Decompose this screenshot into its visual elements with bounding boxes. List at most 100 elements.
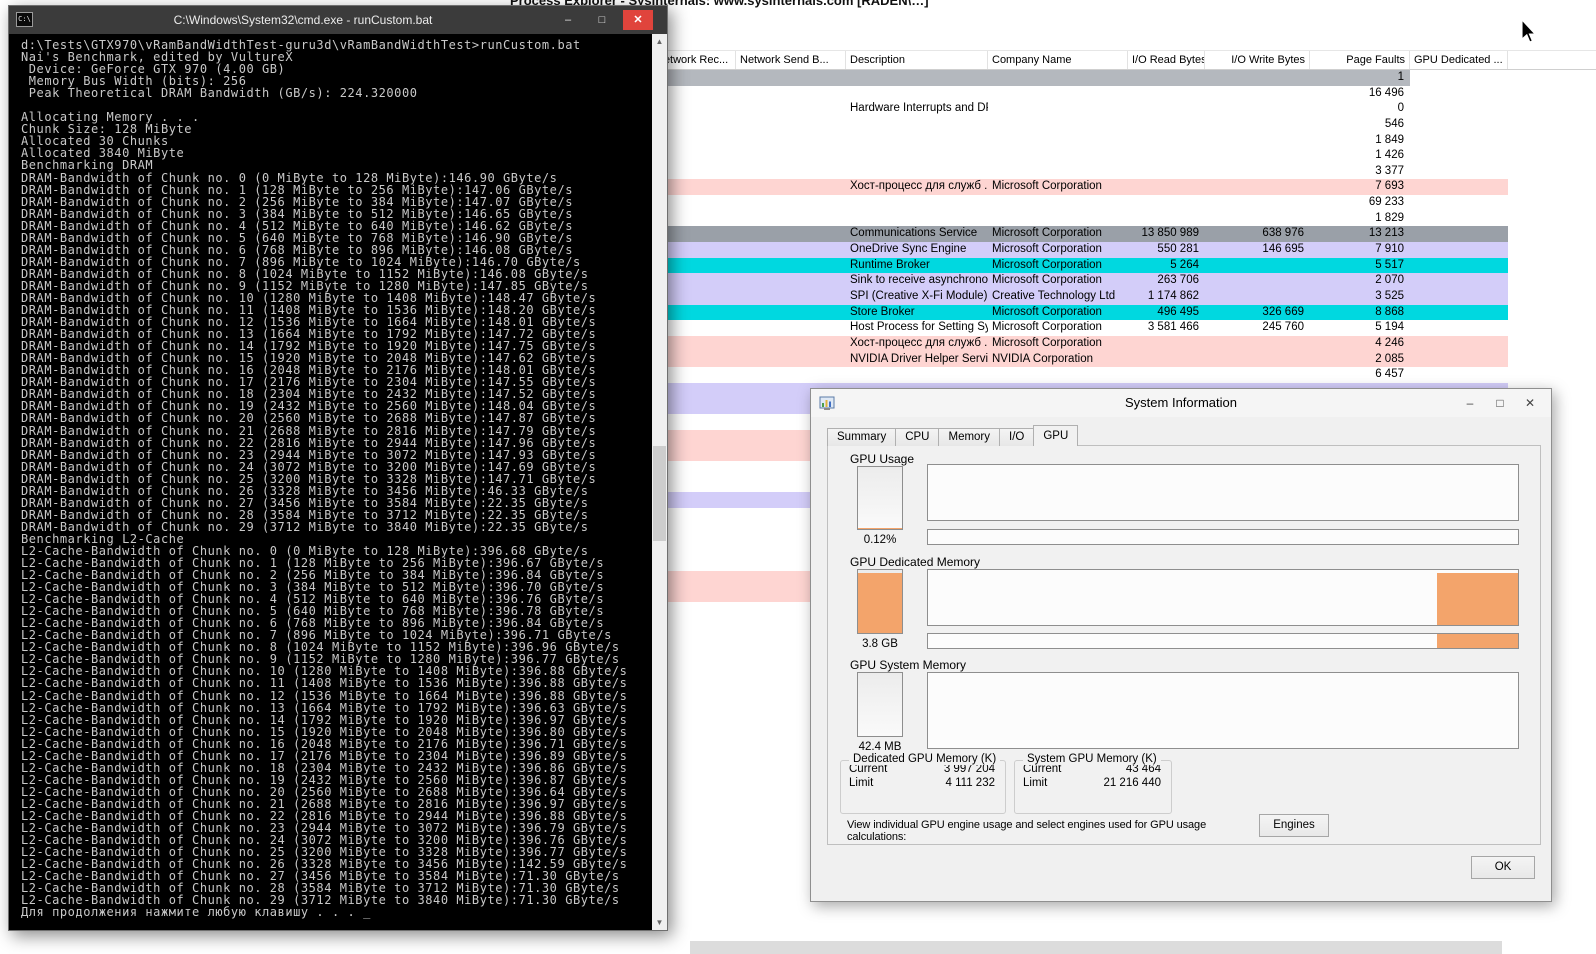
- process-cell: 2 085: [1375, 352, 1404, 365]
- maximize-button[interactable]: □: [589, 10, 615, 30]
- process-row[interactable]: 69 233: [652, 195, 1508, 211]
- sysinfo-tabs: Summary CPU Memory I/O GPU: [827, 425, 1079, 446]
- process-cell: [1128, 86, 1205, 102]
- process-row[interactable]: Hardware Interrupts and DPCs 0: [652, 101, 1508, 117]
- process-row[interactable]: 1 829: [652, 211, 1508, 227]
- process-row[interactable]: 1 849: [652, 133, 1508, 149]
- cmd-window-title: C:\Windows\System32\cmd.exe - runCustom.…: [173, 13, 433, 27]
- process-cell: 3 377: [1375, 164, 1404, 177]
- column-header-description[interactable]: Description: [846, 51, 988, 69]
- process-cell: [1128, 352, 1205, 368]
- gpu-dedicated-memory-value: 3.8 GB: [862, 638, 898, 650]
- gpu-dedicated-memory-graph: [927, 569, 1519, 626]
- close-button[interactable]: ✕: [623, 10, 653, 30]
- tab-gpu[interactable]: GPU: [1033, 425, 1079, 446]
- stat-value: 21 216 440: [1103, 777, 1161, 789]
- process-row[interactable]: 1 426: [652, 148, 1508, 164]
- process-cell: [1205, 148, 1310, 164]
- process-cell: 2 070: [1375, 274, 1404, 287]
- process-row[interactable]: Sink to receive asynchronou... Microsoft …: [652, 273, 1508, 289]
- process-cell: Communications Service: [850, 227, 978, 240]
- process-cell: [1128, 336, 1205, 352]
- process-row[interactable]: SPI (Creative X-Fi Module) Creative Techn…: [652, 288, 1508, 305]
- cmd-console[interactable]: d:\Tests\GTX970\vRamBandWidthTest-guru3d…: [9, 34, 667, 930]
- gpu-system-memory-value: 42.4 MB: [858, 741, 902, 753]
- tab-cpu[interactable]: CPU: [895, 428, 940, 446]
- process-row[interactable]: 1: [652, 70, 1508, 86]
- process-cell: [1205, 164, 1310, 180]
- process-row[interactable]: 16 496: [652, 86, 1508, 102]
- process-cell: 5 194: [1375, 321, 1404, 334]
- cmd-titlebar[interactable]: C:\ C:\Windows\System32\cmd.exe - runCus…: [9, 6, 667, 34]
- scroll-down-icon[interactable]: ▼: [652, 915, 667, 930]
- process-cell: 13 850 989: [1141, 227, 1199, 240]
- process-cell: Host Process for Setting Syn...: [850, 321, 988, 334]
- process-row[interactable]: Store Broker Microsoft Corporation 496 495…: [652, 304, 1508, 321]
- column-header-page-faults[interactable]: Page Faults: [1310, 51, 1410, 69]
- process-table-header: Network Rec... Network Send B... Descripti…: [652, 50, 1596, 70]
- dialog-titlebar[interactable]: System Information – □ ✕: [811, 389, 1551, 417]
- process-cell: 16 496: [1368, 86, 1404, 99]
- process-row[interactable]: Хост-процесс для служб ... Microsoft Corp…: [652, 179, 1508, 196]
- tab-memory[interactable]: Memory: [938, 428, 1001, 446]
- minimize-button[interactable]: –: [1455, 392, 1485, 414]
- process-cell: 146 695: [1262, 243, 1304, 256]
- process-cell: [736, 320, 846, 336]
- process-cell: [736, 211, 846, 227]
- process-cell: [736, 352, 846, 368]
- engines-note: View individual GPU engine usage and sel…: [847, 819, 1207, 843]
- console-scrollbar[interactable]: ▲ ▼: [652, 34, 667, 930]
- close-button[interactable]: ✕: [1515, 392, 1545, 414]
- process-cell: 1 174 862: [1147, 289, 1199, 302]
- process-cell: 4 246: [1375, 336, 1404, 349]
- process-row[interactable]: 3 377: [652, 164, 1508, 180]
- process-cell: [1410, 367, 1508, 383]
- process-cell: 1 426: [1375, 149, 1404, 162]
- process-cell: [736, 179, 846, 195]
- tab-summary[interactable]: Summary: [827, 428, 897, 446]
- process-cell: 550 281: [1157, 243, 1199, 256]
- column-header-network-send-b-[interactable]: Network Send B...: [736, 51, 846, 69]
- process-cell: [1128, 164, 1205, 180]
- cmd-icon: C:\: [16, 12, 33, 27]
- process-cell: Store Broker: [850, 305, 915, 318]
- process-row[interactable]: Host Process for Setting Syn... Microsoft…: [652, 320, 1508, 336]
- maximize-button[interactable]: □: [1485, 392, 1515, 414]
- column-header-i-o-write-bytes[interactable]: I/O Write Bytes: [1205, 51, 1310, 69]
- group-title: Dedicated GPU Memory (K): [849, 753, 1001, 765]
- gpu-usage-meter: [857, 466, 903, 530]
- process-row[interactable]: OneDrive Sync Engine Microsoft Corporatio…: [652, 242, 1508, 258]
- process-cell: Hardware Interrupts and DPCs: [850, 102, 988, 115]
- process-row[interactable]: 546: [652, 117, 1508, 133]
- process-row[interactable]: NVIDIA Driver Helper Servic... NVIDIA Cor…: [652, 351, 1508, 368]
- column-header-company-name[interactable]: Company Name: [988, 51, 1128, 69]
- process-row[interactable]: 6 457: [652, 367, 1508, 383]
- process-cell: 7 910: [1375, 243, 1404, 256]
- console-output[interactable]: d:\Tests\GTX970\vRamBandWidthTest-guru3d…: [9, 34, 652, 930]
- column-header-gpu-dedicated-[interactable]: GPU Dedicated ...: [1410, 51, 1508, 69]
- minimize-button[interactable]: –: [555, 10, 581, 30]
- scroll-up-icon[interactable]: ▲: [652, 34, 667, 49]
- engines-button[interactable]: Engines: [1259, 814, 1329, 837]
- process-cell: [1128, 70, 1205, 86]
- process-cell: OneDrive Sync Engine: [850, 243, 967, 256]
- process-row[interactable]: Хост-процесс для служб ... Microsoft Corp…: [652, 335, 1508, 352]
- tab-i-o[interactable]: I/O: [999, 428, 1035, 446]
- dialog-title: System Information: [1125, 395, 1237, 410]
- process-cell: [736, 148, 846, 164]
- ok-button[interactable]: OK: [1471, 856, 1535, 879]
- process-cell: Хост-процесс для служб ...: [850, 180, 988, 193]
- process-cell: [1410, 242, 1508, 258]
- process-cell: 13 213: [1368, 227, 1404, 240]
- process-cell: [988, 367, 1128, 383]
- stat-value: 4 111 232: [945, 777, 995, 789]
- process-cell: [988, 211, 1128, 227]
- process-cell: [988, 101, 1128, 117]
- gpu-usage-label: GPU Usage: [850, 452, 915, 466]
- column-header-i-o-read-bytes[interactable]: I/O Read Bytes: [1128, 51, 1205, 69]
- process-row[interactable]: Runtime Broker Microsoft Corporation 5 264…: [652, 257, 1508, 274]
- scrollbar-thumb[interactable]: [653, 446, 666, 541]
- process-cell: NVIDIA Driver Helper Servic...: [850, 352, 988, 365]
- process-row[interactable]: Communications Service Microsoft Corporat…: [652, 226, 1508, 243]
- process-cell: 3 581 466: [1147, 321, 1199, 334]
